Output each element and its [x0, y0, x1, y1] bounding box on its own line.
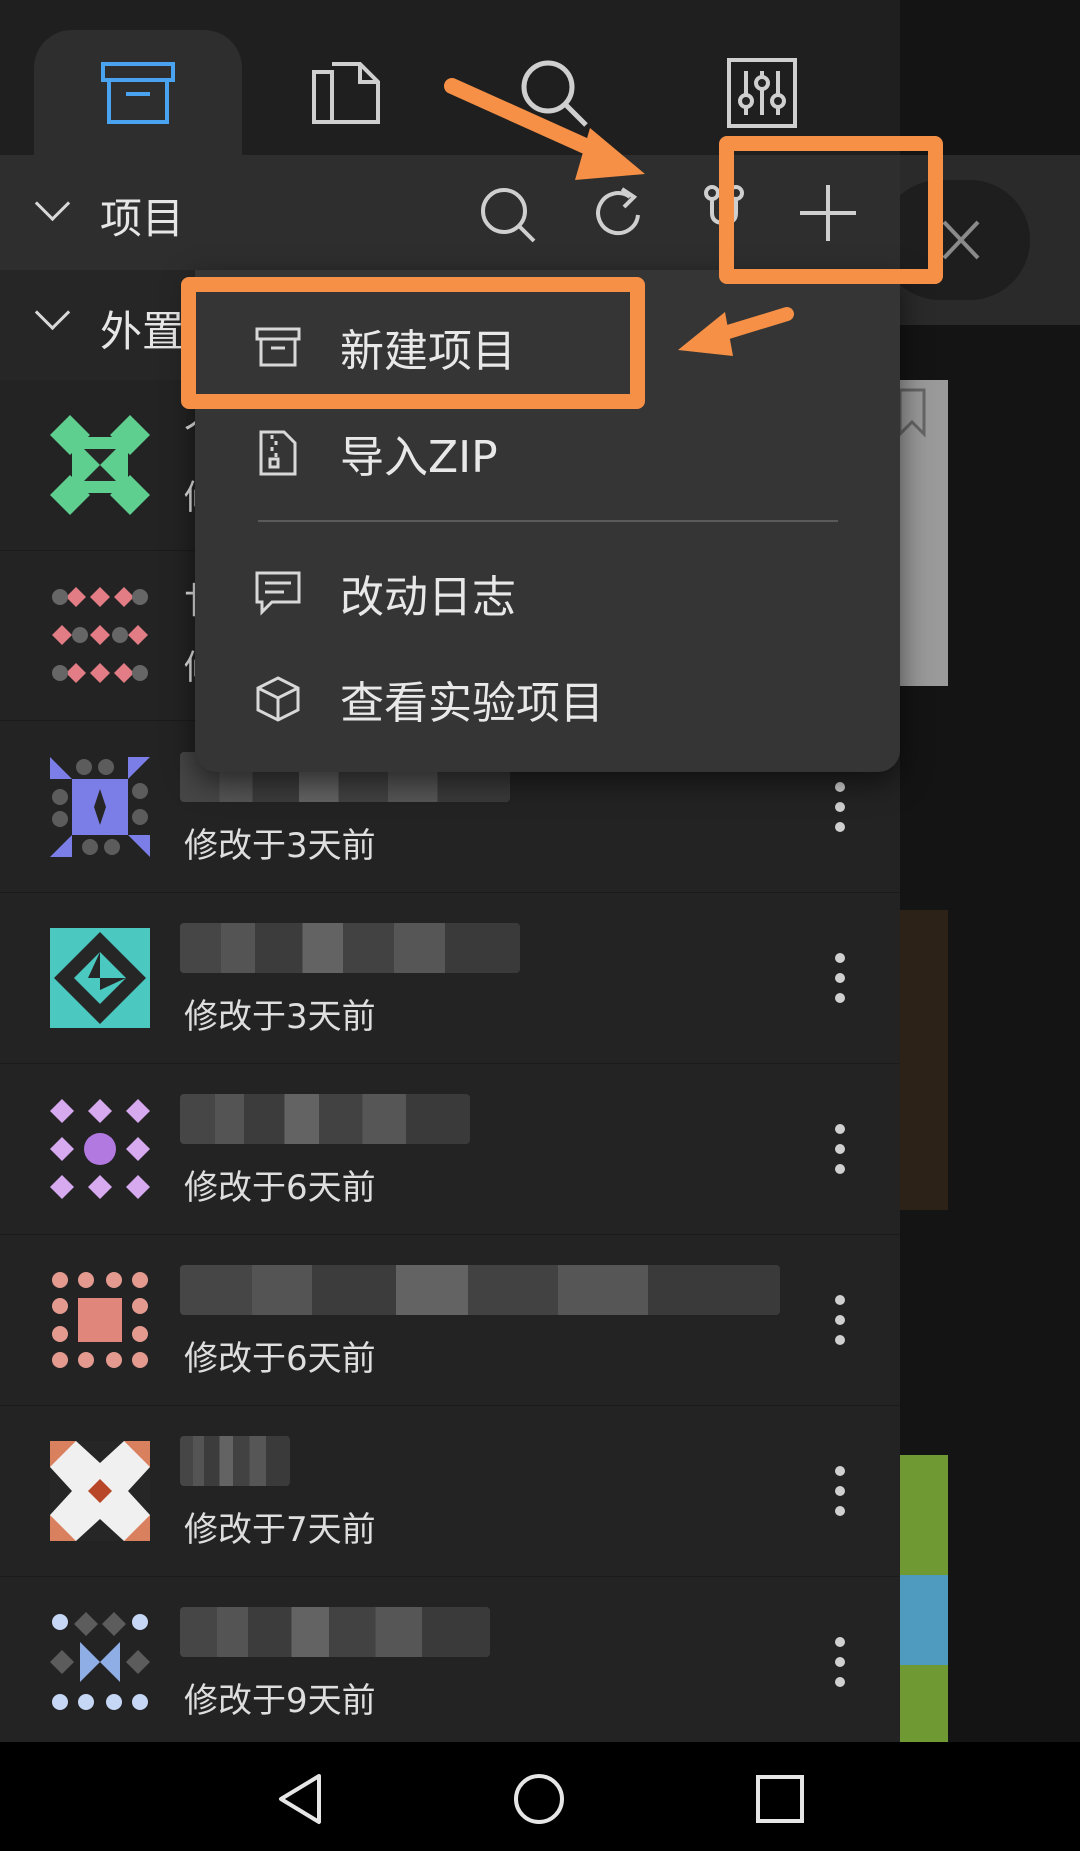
project-avatar — [50, 415, 150, 515]
project-name-redacted — [180, 1607, 490, 1657]
home-icon[interactable] — [512, 1772, 566, 1826]
recents-icon[interactable] — [755, 1774, 805, 1824]
section-title: 外置 — [100, 307, 185, 356]
project-name-redacted — [180, 1436, 290, 1486]
close-icon — [942, 220, 980, 260]
menu-item-experimental[interactable]: 查看实验项目 — [195, 646, 900, 752]
archive-box-icon — [101, 61, 175, 124]
preview-thumbnail — [900, 910, 948, 1210]
annotation-highlight-plus — [719, 136, 943, 284]
sliders-icon — [727, 57, 797, 128]
project-avatar — [52, 1272, 148, 1368]
tab-files[interactable] — [242, 30, 450, 155]
more-options-icon[interactable] — [820, 933, 860, 1023]
bookmark-icon — [898, 388, 926, 438]
project-avatar — [50, 1099, 150, 1199]
project-name-redacted — [180, 1094, 470, 1144]
project-modified: 修改于9天前 — [184, 1681, 376, 1721]
project-name-redacted — [180, 1265, 780, 1315]
menu-item-label: 导入ZIP — [340, 432, 498, 483]
project-avatar — [50, 757, 150, 857]
refresh-icon[interactable] — [590, 185, 648, 243]
zip-file-icon — [253, 428, 303, 478]
chevron-down-icon[interactable] — [34, 294, 71, 331]
list-item[interactable]: 修改于6天前 — [0, 1064, 900, 1235]
more-options-icon[interactable] — [820, 1104, 860, 1194]
chevron-down-icon[interactable] — [34, 185, 71, 222]
annotation-arrow-icon — [444, 78, 645, 180]
more-options-icon[interactable] — [820, 762, 860, 852]
search-icon[interactable] — [478, 185, 536, 243]
project-modified: 修改于3天前 — [184, 997, 376, 1037]
section-title: 项目 — [100, 194, 185, 243]
project-avatar — [50, 928, 150, 1028]
menu-item-changelog[interactable]: 改动日志 — [195, 540, 900, 646]
cube-icon — [253, 674, 303, 724]
more-options-icon[interactable] — [820, 1275, 860, 1365]
comment-icon — [253, 568, 303, 618]
project-modified: 修改于3天前 — [184, 826, 376, 866]
more-options-icon[interactable] — [820, 1617, 860, 1707]
project-modified: 修改于6天前 — [184, 1168, 376, 1208]
project-avatar — [50, 1441, 150, 1541]
menu-item-label: 改动日志 — [340, 572, 516, 623]
menu-item-import-zip[interactable]: 导入ZIP — [195, 400, 900, 506]
list-item[interactable]: 修改于7天前 — [0, 1406, 900, 1577]
project-modified: 修改于7天前 — [184, 1510, 376, 1550]
system-nav-bar — [0, 1742, 1080, 1851]
back-icon[interactable] — [275, 1772, 325, 1826]
project-modified: 修改于6天前 — [184, 1339, 376, 1379]
project-avatar — [52, 587, 148, 683]
annotation-highlight-new-project — [181, 277, 645, 409]
list-item[interactable]: 修改于9天前 — [0, 1577, 900, 1742]
files-icon — [312, 61, 380, 124]
tab-projects[interactable] — [34, 30, 242, 155]
list-item[interactable]: 修改于3天前 — [0, 893, 900, 1064]
project-name-redacted — [180, 923, 520, 973]
project-avatar — [50, 1612, 150, 1710]
preview-thumbnail — [900, 1455, 948, 1742]
more-options-icon[interactable] — [820, 1446, 860, 1536]
annotation-arrow-icon — [678, 307, 794, 356]
list-item[interactable]: 修改于6天前 — [0, 1235, 900, 1406]
menu-divider — [258, 520, 838, 522]
menu-item-label: 查看实验项目 — [340, 678, 604, 729]
